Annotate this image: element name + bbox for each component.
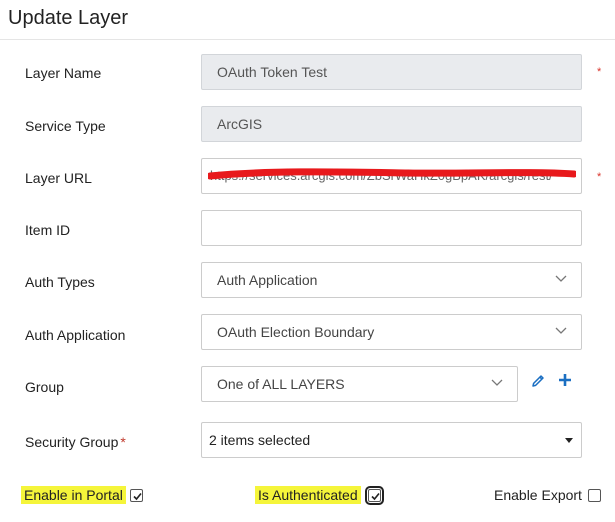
auth-types-label: Auth Types [25,274,95,290]
page-title: Update Layer [8,7,129,29]
auth-types-value: Auth Application [217,272,318,288]
auth-application-value: OAuth Election Boundary [217,324,375,340]
is-authenticated-label: Is Authenticated [255,486,361,504]
chevron-down-icon [555,275,567,282]
auth-application-select[interactable]: OAuth Election Boundary [201,314,582,350]
enable-export-label: Enable Export [494,487,582,503]
service-type-field[interactable]: ArcGIS [201,106,582,142]
plus-icon[interactable] [557,371,573,389]
layer-name-value: OAuth Token Test [217,64,327,80]
group-label: Group [25,379,64,395]
enable-in-portal-label: Enable in Portal [21,486,126,504]
chevron-down-icon [555,327,567,334]
layer-name-label: Layer Name [25,65,102,81]
layer-url-field[interactable]: https://services.arcgis.com/ZbSrWaHkZ0gB… [201,158,582,194]
security-group-multiselect[interactable]: 2 items selected [201,422,582,458]
auth-types-select[interactable]: Auth Application [201,262,582,298]
caret-down-icon [565,438,573,443]
pencil-icon[interactable] [530,373,546,389]
redaction-mark [208,168,576,180]
security-group-required-mark: * [120,434,126,450]
chevron-down-icon [491,379,503,386]
layer-url-required-mark: * [597,171,602,183]
item-id-label: Item ID [25,222,71,238]
service-type-label: Service Type [25,118,106,134]
checkmark-icon [371,492,380,501]
enable-in-portal-checkbox[interactable] [130,489,143,502]
security-group-label-text: Security Group [25,434,119,450]
security-group-value: 2 items selected [209,432,311,448]
security-group-label: Security Group * [25,434,126,450]
item-id-input[interactable] [201,210,582,246]
layer-name-field[interactable]: OAuth Token Test [201,54,582,90]
layer-url-label: Layer URL [25,170,92,186]
layer-name-required-mark: * [597,66,602,78]
checkmark-icon [133,492,142,501]
group-select[interactable]: One of ALL LAYERS [201,366,518,402]
is-authenticated-checkbox[interactable] [365,486,384,505]
auth-application-label: Auth Application [25,327,126,343]
dialog-header: Update Layer [0,0,615,40]
enable-export-checkbox[interactable] [588,489,601,502]
group-value: One of ALL LAYERS [217,376,345,392]
service-type-value: ArcGIS [217,116,263,132]
